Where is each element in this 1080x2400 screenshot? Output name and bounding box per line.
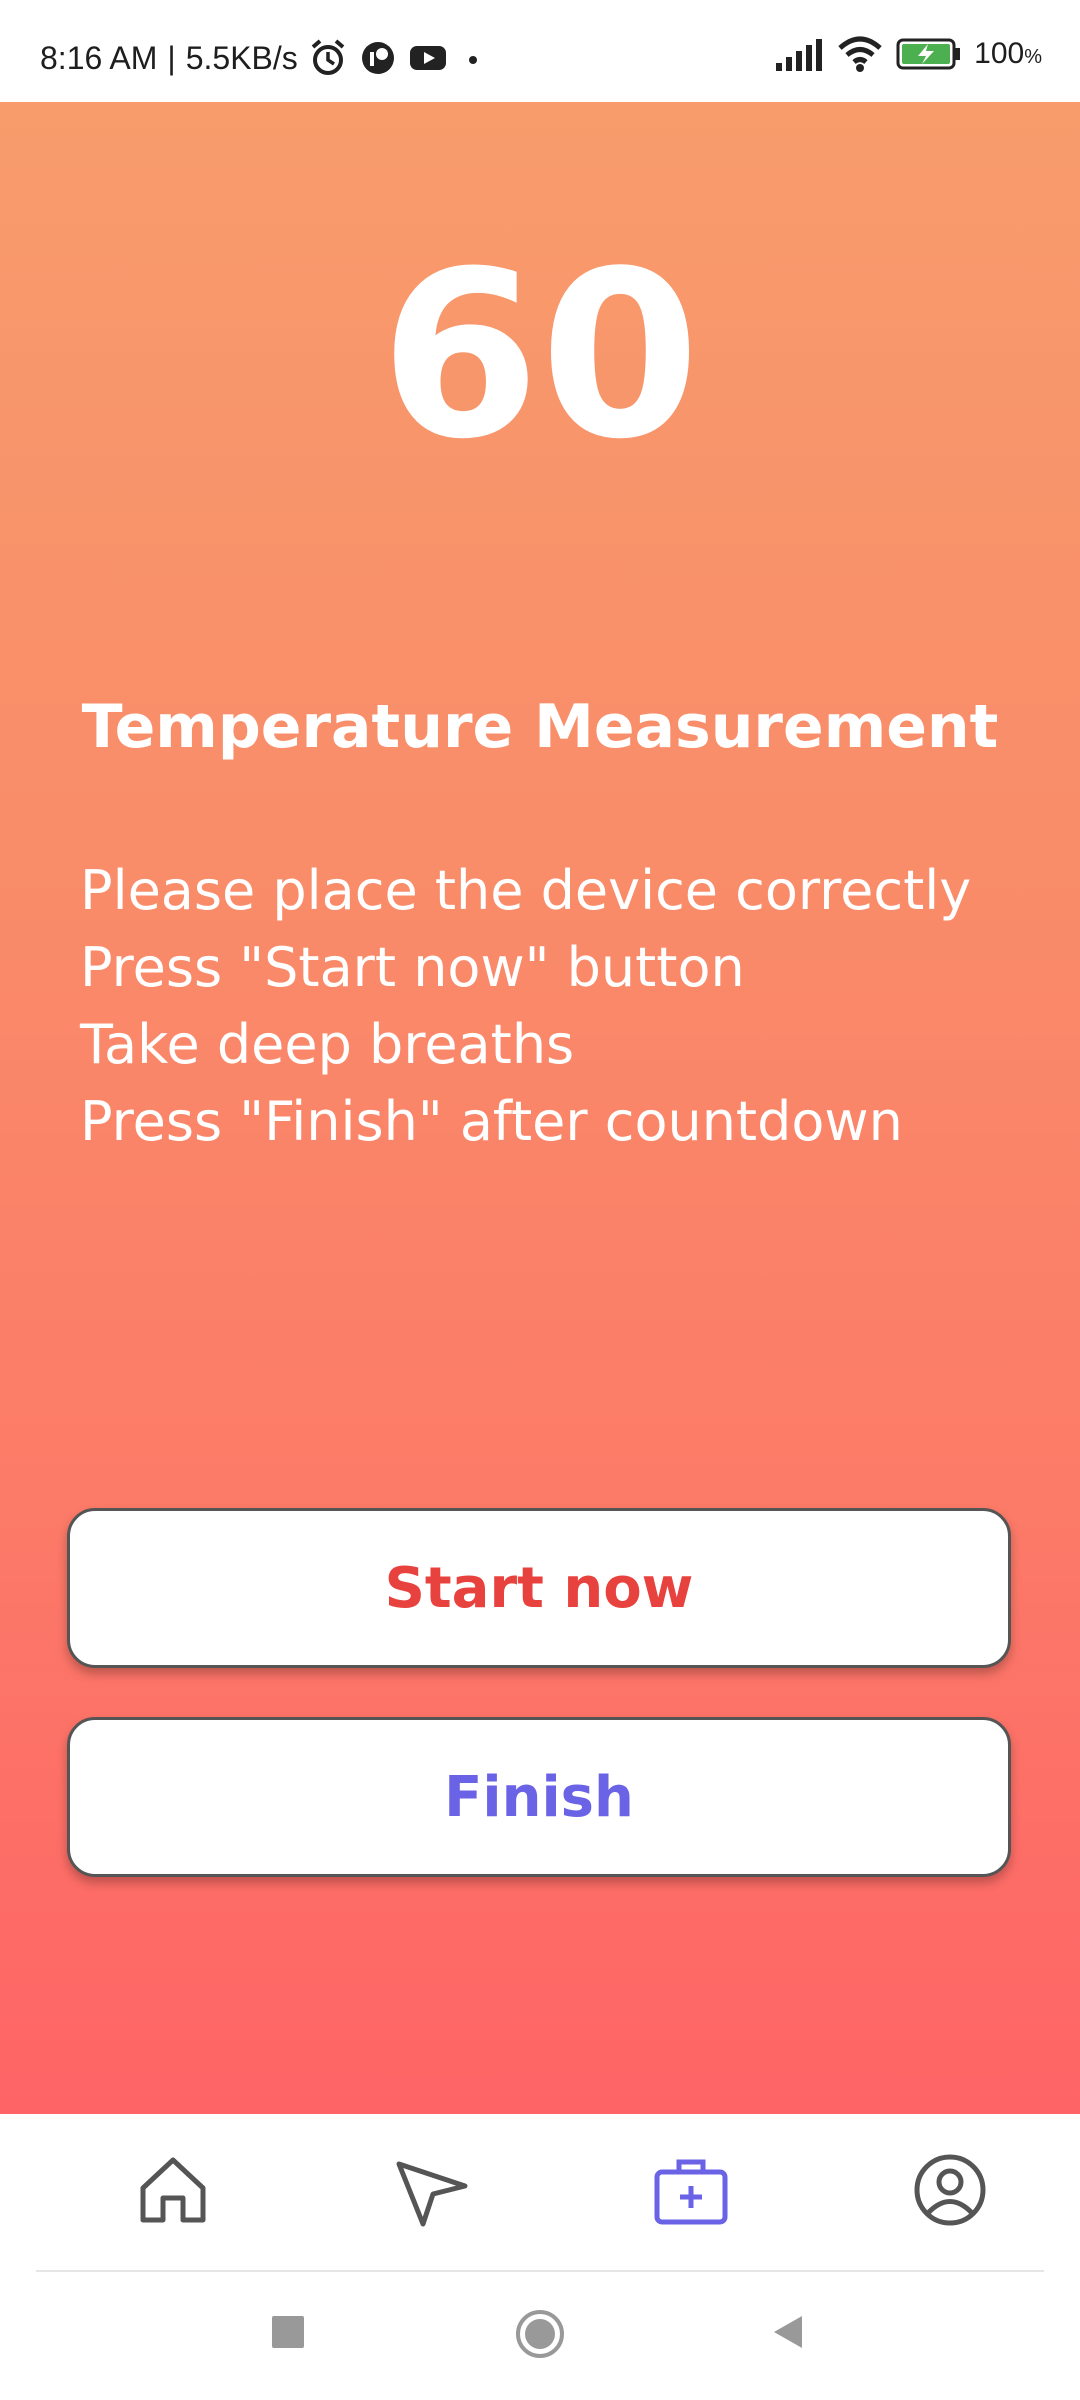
status-separator: | [167, 39, 176, 76]
instructions-list: Please place the device correctly Press … [80, 852, 1040, 1160]
finish-button[interactable]: Finish [67, 1717, 1011, 1877]
back-icon[interactable] [768, 2312, 808, 2352]
recent-apps-icon[interactable] [268, 2312, 308, 2352]
instruction-line: Take deep breaths [80, 1013, 575, 1076]
instruction-line: Press "Finish" after countdown [80, 1090, 903, 1153]
wifi-icon [838, 36, 882, 72]
status-speed: 5.5KB/s [185, 39, 298, 76]
dot-icon [468, 56, 477, 64]
page-title: Temperature Measurement [81, 692, 999, 762]
status-right: 100% [774, 36, 1042, 72]
status-time: 8:16 AM [40, 39, 158, 76]
alarm-icon [311, 39, 345, 75]
medical-kit-icon[interactable] [651, 2150, 731, 2230]
instruction-line: Press "Start now" button [80, 936, 745, 999]
instruction-line: Please place the device correctly [80, 859, 972, 922]
home-icon[interactable] [133, 2150, 213, 2230]
status-left: 8:16 AM | 5.5KB/s [40, 38, 488, 78]
system-nav-bar [0, 2272, 1080, 2400]
signal-icon [776, 39, 823, 71]
bottom-nav [0, 2114, 1080, 2270]
app-icon [361, 42, 394, 74]
youtube-icon [409, 46, 446, 70]
battery-charging-icon [896, 38, 961, 70]
start-now-button[interactable]: Start now [67, 1508, 1011, 1668]
profile-icon[interactable] [910, 2150, 990, 2230]
status-bar: 8:16 AM | 5.5KB/s 100% [0, 0, 1080, 102]
battery-level: 100% [974, 37, 1042, 70]
send-icon[interactable] [393, 2150, 473, 2230]
countdown-timer: 60 [379, 223, 701, 490]
home-button-icon[interactable] [514, 2308, 566, 2360]
